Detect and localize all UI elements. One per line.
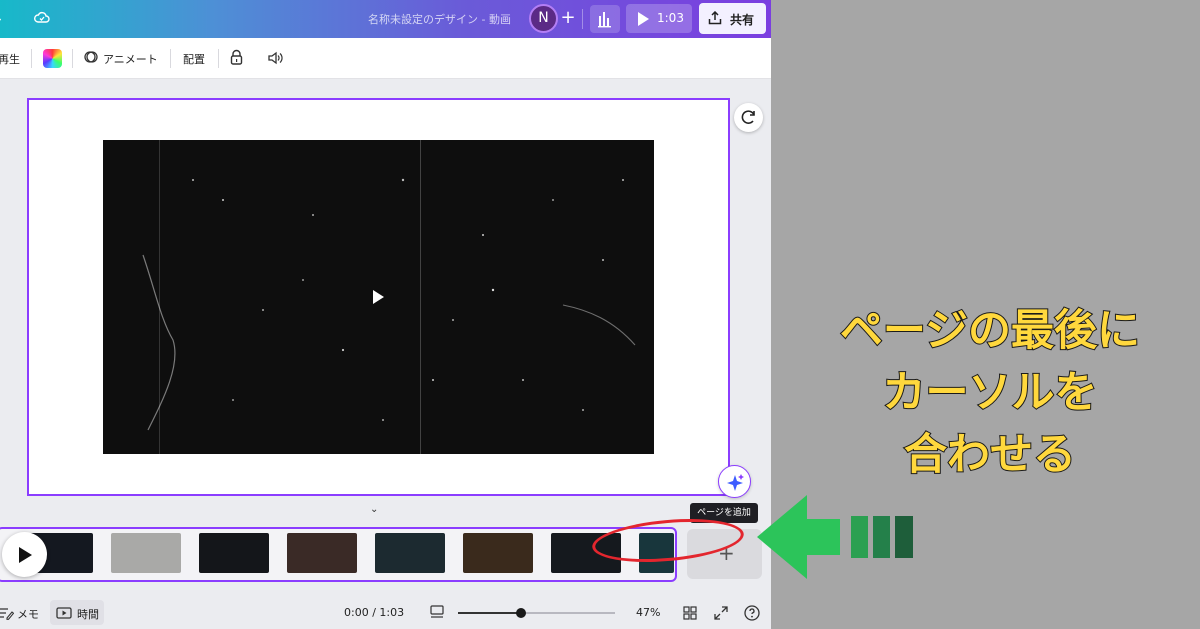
present-duration: 1:03 bbox=[657, 11, 684, 25]
share-button[interactable]: 共有 bbox=[699, 3, 766, 34]
volume-icon[interactable] bbox=[267, 50, 284, 69]
refresh-icon bbox=[741, 110, 755, 124]
callout-line-2: カーソルを bbox=[882, 367, 1099, 419]
help-icon[interactable] bbox=[744, 605, 760, 624]
video-play-icon[interactable] bbox=[373, 290, 384, 304]
document-title[interactable]: 名称未設定のデザイン - 動画 bbox=[368, 11, 511, 27]
timeline-thumbnail[interactable] bbox=[375, 533, 445, 573]
timeline-thumbnail[interactable] bbox=[199, 533, 269, 573]
animate-button[interactable]: アニメート bbox=[103, 51, 158, 67]
menu-icon[interactable]: › bbox=[0, 9, 2, 29]
avatar[interactable]: N bbox=[529, 4, 558, 33]
lock-icon[interactable] bbox=[229, 49, 244, 69]
toolbar-divider bbox=[72, 49, 73, 68]
callout-line-3: 合わせる bbox=[903, 429, 1077, 481]
top-bar: › 名称未設定のデザイン - 動画 N + 1:03 共有 bbox=[0, 0, 771, 38]
sparkle-icon bbox=[727, 474, 744, 491]
position-button[interactable]: 配置 bbox=[183, 51, 205, 67]
share-label: 共有 bbox=[730, 13, 755, 27]
magic-assistant-button[interactable] bbox=[718, 465, 751, 498]
timeline-play-button[interactable] bbox=[2, 532, 47, 577]
zoom-percent[interactable]: 47% bbox=[636, 606, 660, 619]
play-icon bbox=[19, 547, 32, 563]
play-toggle-button[interactable]: 再生 bbox=[0, 51, 20, 67]
toolbar-divider bbox=[218, 49, 219, 68]
callout-line-1: ページの最後に bbox=[839, 305, 1141, 357]
notes-button[interactable]: メモ bbox=[17, 606, 39, 622]
present-button[interactable]: 1:03 bbox=[626, 4, 692, 33]
fullscreen-icon[interactable] bbox=[714, 606, 728, 623]
time-readout: 0:00 / 1:03 bbox=[344, 606, 405, 619]
topbar-divider bbox=[582, 9, 583, 29]
zoom-slider-handle[interactable] bbox=[516, 608, 526, 618]
editor-toolbar: 再生 アニメート 配置 bbox=[0, 38, 771, 79]
chevron-down-icon[interactable]: ⌄ bbox=[370, 504, 378, 515]
bar-chart-icon bbox=[598, 12, 611, 28]
regenerate-button[interactable] bbox=[734, 103, 763, 132]
pointer-arrow bbox=[757, 495, 913, 579]
color-picker-icon[interactable] bbox=[43, 49, 62, 68]
grid-view-icon[interactable] bbox=[683, 606, 697, 623]
timer-button[interactable]: 時間 bbox=[50, 600, 104, 625]
layout-icon[interactable] bbox=[430, 605, 444, 622]
notes-icon[interactable] bbox=[0, 606, 15, 623]
animate-icon bbox=[83, 49, 99, 68]
toolbar-divider bbox=[170, 49, 171, 68]
invite-button[interactable]: + bbox=[560, 6, 576, 30]
insights-button[interactable] bbox=[590, 5, 620, 33]
cloud-save-icon[interactable] bbox=[33, 9, 51, 32]
toolbar-divider bbox=[31, 49, 32, 68]
timeline-thumbnail[interactable] bbox=[287, 533, 357, 573]
video-timer-icon bbox=[56, 607, 72, 619]
timeline-thumbnail[interactable] bbox=[111, 533, 181, 573]
timeline-thumbnail[interactable] bbox=[463, 533, 533, 573]
timer-label: 時間 bbox=[77, 608, 99, 621]
play-icon bbox=[638, 12, 649, 26]
zoom-slider-fill bbox=[458, 612, 521, 614]
upload-icon bbox=[708, 11, 722, 25]
instruction-callout: ページの最後に カーソルを 合わせる bbox=[780, 300, 1200, 486]
